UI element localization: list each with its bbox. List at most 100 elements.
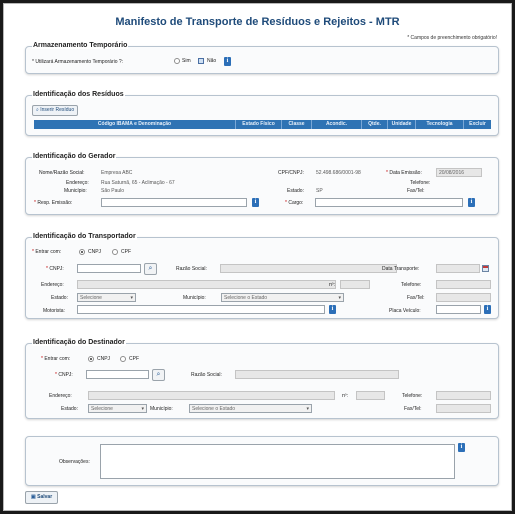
- destinador-endereco-input[interactable]: [88, 391, 335, 400]
- destinador-numero-input[interactable]: [356, 391, 385, 400]
- search-icon[interactable]: ⌕: [152, 369, 165, 381]
- section-observacoes: Observações: i: [25, 436, 499, 486]
- gerador-endereco-label: Endereço:: [66, 180, 89, 186]
- gerador-data-label: * Data Emissão:: [386, 170, 422, 176]
- search-icon[interactable]: ⌕: [144, 263, 157, 275]
- gerador-telefone-label: Telefone:: [410, 180, 431, 186]
- transportador-cpf-option: CPF: [121, 249, 131, 255]
- gerador-endereco-value: Rua Saturnã, 65 - Aclimação - 67: [101, 180, 175, 186]
- destinador-cnpj-radio[interactable]: [88, 356, 94, 362]
- gerador-razao-value: Empresa ABC: [101, 170, 133, 176]
- transportador-numero-label: nº:: [329, 282, 335, 288]
- destinador-cnpj-option: CNPJ: [97, 356, 111, 362]
- transportador-motorista-input[interactable]: [77, 305, 325, 314]
- mtr-form-window: Manifesto de Transporte de Resíduos e Re…: [3, 3, 512, 511]
- transportador-telefone-input[interactable]: [436, 280, 491, 289]
- destinador-cpf-option: CPF: [129, 356, 139, 362]
- gerador-municipio-label: Município:: [64, 188, 87, 194]
- insert-residuo-button[interactable]: ⌕ Inserir Resíduo: [32, 105, 79, 116]
- transportador-fax-input[interactable]: [436, 293, 491, 302]
- destinador-endereco-label: Endereço:: [49, 393, 72, 399]
- transportador-endereco-input[interactable]: [77, 280, 336, 289]
- info-icon[interactable]: i: [468, 198, 475, 207]
- save-button-label: Salvar: [37, 494, 53, 500]
- gerador-cpf-label: CPF/CNPJ:: [278, 170, 304, 176]
- gerador-cargo-input[interactable]: [315, 198, 463, 207]
- save-button[interactable]: ▣ Salvar: [25, 491, 59, 504]
- info-icon[interactable]: i: [329, 305, 336, 314]
- observacoes-textarea[interactable]: [100, 444, 455, 479]
- info-icon[interactable]: i: [458, 443, 465, 452]
- armazenamento-sim-radio[interactable]: [174, 58, 180, 64]
- calendar-icon[interactable]: [482, 265, 489, 272]
- transportador-cnpj-input[interactable]: [77, 264, 141, 273]
- transportador-municipio-value: Selecione o Estado: [224, 295, 268, 301]
- destinador-telefone-input[interactable]: [436, 391, 491, 400]
- insert-residuo-label: Inserir Resíduo: [40, 107, 75, 113]
- chevron-down-icon: ▾: [141, 406, 144, 412]
- gerador-data-input[interactable]: 20/08/2016: [436, 168, 482, 177]
- gerador-resp-input[interactable]: [101, 198, 247, 207]
- transportador-razao-input[interactable]: [220, 264, 397, 273]
- gerador-resp-label: * Resp. Emissão:: [34, 200, 73, 206]
- destinador-estado-value: Selecione: [91, 406, 113, 412]
- section-transportador: Identificação do Transportador * Entrar …: [25, 233, 499, 319]
- residuos-table-header: Código IBAMA e Denominação Estado Físico…: [34, 120, 491, 129]
- section-transportador-legend: Identificação do Transportador: [32, 233, 137, 240]
- armazenamento-question: * Utilizará Armazenamento Temporário ?:: [32, 59, 124, 65]
- transportador-numero-input[interactable]: [340, 280, 370, 289]
- destinador-estado-label: Estado:: [61, 406, 78, 412]
- info-icon[interactable]: i: [224, 57, 231, 66]
- destinador-cnpj-label: * CNPJ:: [55, 372, 73, 378]
- col-excluir: Excluir: [469, 121, 486, 127]
- transportador-cnpj-option: CNPJ: [88, 249, 102, 255]
- armazenamento-nao-radio[interactable]: [198, 58, 204, 64]
- section-residuos-legend: Identificação dos Resíduos: [32, 91, 125, 98]
- section-gerador-legend: Identificação do Gerador: [32, 153, 117, 160]
- section-armazenamento-legend: Armazenamento Temporário: [32, 42, 129, 49]
- gerador-razao-label: Nome/Razão Social:: [39, 170, 85, 176]
- floppy-disk-icon: ▣: [31, 494, 36, 500]
- transportador-cnpj-label: * CNPJ:: [46, 266, 64, 272]
- armazenamento-nao-label: Não: [207, 58, 217, 64]
- section-armazenamento: Armazenamento Temporário * Utilizará Arm…: [25, 42, 499, 74]
- gerador-cargo-label: * Cargo:: [285, 200, 304, 206]
- section-residuos: Identificação dos Resíduos ⌕ Inserir Res…: [25, 91, 499, 136]
- destinador-cpf-radio[interactable]: [120, 356, 126, 362]
- gerador-cpf-value: 52.498.686/0001-98: [316, 170, 361, 176]
- transportador-endereco-label: Endereço:: [41, 282, 64, 288]
- observacoes-label: Observações:: [59, 459, 90, 465]
- destinador-fax-input[interactable]: [436, 404, 491, 413]
- destinador-estado-select[interactable]: Selecione ▾: [88, 404, 147, 413]
- destinador-telefone-label: Telefone:: [402, 393, 423, 399]
- col-tecnologia: Tecnologia: [416, 120, 464, 129]
- info-icon[interactable]: i: [252, 198, 259, 207]
- transportador-telefone-label: Telefone:: [401, 282, 422, 288]
- armazenamento-sim-label: Sim: [182, 58, 191, 64]
- destinador-municipio-select[interactable]: Selecione o Estado ▾: [189, 404, 312, 413]
- gerador-estado-value: SP: [316, 188, 323, 194]
- section-gerador: Identificação do Gerador Nome/Razão Soci…: [25, 153, 499, 215]
- transportador-estado-label: Estado:: [51, 295, 68, 301]
- transportador-municipio-select[interactable]: Selecione o Estado ▾: [221, 293, 344, 302]
- transportador-motorista-label: Motorista:: [43, 308, 65, 314]
- col-qtde: Qtde.: [362, 120, 388, 129]
- destinador-razao-label: Razão Social:: [191, 372, 222, 378]
- gerador-data-label-text: Data Emissão:: [389, 170, 422, 176]
- transportador-cpf-radio[interactable]: [112, 249, 118, 255]
- transportador-cnpj-radio[interactable]: [79, 249, 85, 255]
- transportador-data-input[interactable]: [436, 264, 480, 273]
- info-icon[interactable]: i: [484, 305, 491, 314]
- transportador-data-label: Data Transporte:: [382, 266, 420, 272]
- col-codigo: Código IBAMA e Denominação: [34, 120, 236, 129]
- search-icon: ⌕: [36, 107, 39, 113]
- transportador-placa-label: Placa Veículo:: [389, 308, 421, 314]
- transportador-estado-select[interactable]: Selecione ▾: [77, 293, 136, 302]
- destinador-cnpj-input[interactable]: [86, 370, 149, 379]
- transportador-fax-label: Fax/Tel:: [407, 295, 425, 301]
- required-fields-note: * Campos de preenchimento obrigatório!: [407, 35, 497, 41]
- destinador-razao-input[interactable]: [235, 370, 399, 379]
- transportador-municipio-label: Município:: [183, 295, 206, 301]
- transportador-placa-input[interactable]: [436, 305, 481, 314]
- destinador-entrar-label: * Entrar com:: [41, 356, 71, 362]
